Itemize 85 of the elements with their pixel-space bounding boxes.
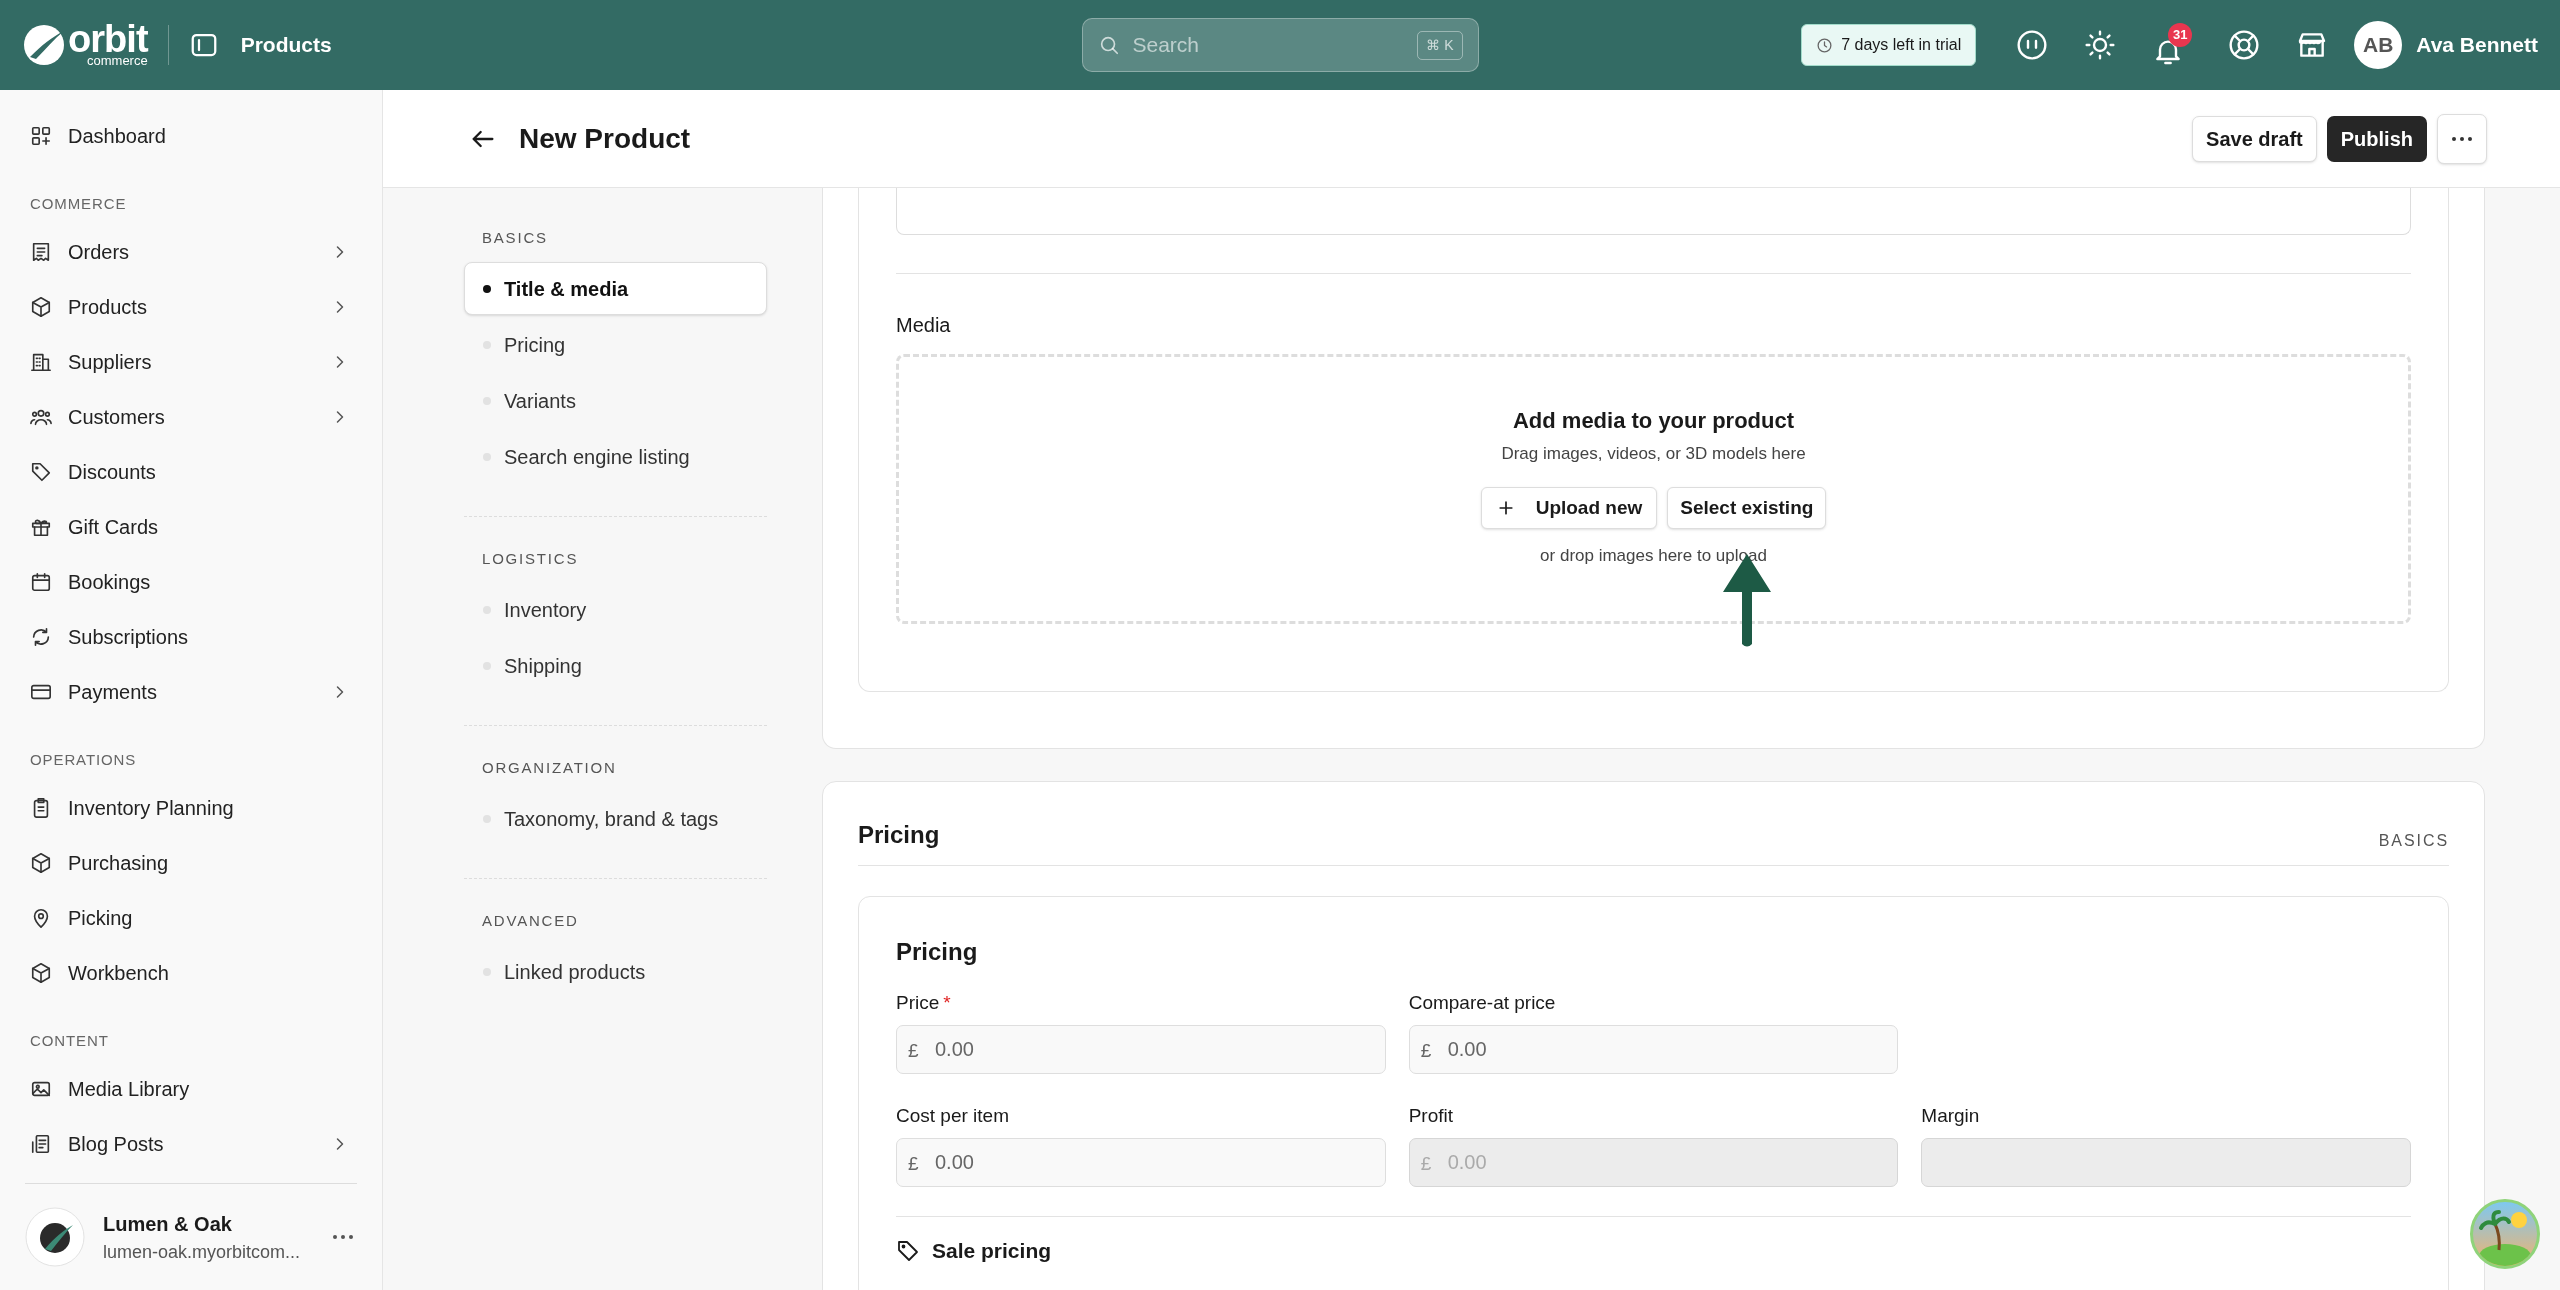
select-existing-button[interactable]: Select existing (1667, 487, 1827, 529)
field-label: Cost per item (896, 1103, 1009, 1128)
sidebar-item[interactable]: Purchasing (25, 835, 357, 890)
section-nav-item[interactable]: Shipping (464, 639, 767, 692)
currency-prefix: £ (908, 1152, 919, 1176)
sidebar-item[interactable]: Inventory Planning (25, 780, 357, 835)
package-icon (30, 851, 52, 874)
publish-button[interactable]: Publish (2326, 115, 2427, 162)
section-title: Products (240, 32, 332, 59)
clock-icon (1816, 36, 1834, 54)
dropzone-hint: Drag images, videos, or 3D models here (1501, 443, 1806, 465)
logo-icon (22, 23, 66, 67)
save-draft-button[interactable]: Save draft (2192, 115, 2317, 162)
tag-icon (896, 1238, 920, 1263)
sidebar-item[interactable]: Products (25, 279, 357, 334)
sidebar-item[interactable]: Bookings (25, 554, 357, 609)
field-label: Profit (1408, 1103, 1453, 1128)
tag-icon (30, 460, 52, 483)
section-nav-item[interactable]: Inventory (464, 583, 767, 636)
grid-icon (30, 124, 52, 147)
sidebar-item[interactable]: Workbench (25, 945, 357, 1000)
user-name[interactable]: Ava Bennett (2416, 29, 2538, 61)
nav-group-heading: ORGANIZATION (481, 758, 618, 778)
receipt-icon (30, 240, 52, 263)
sidebar-item[interactable]: Orders (25, 224, 357, 279)
store-name: Lumen & Oak (103, 1211, 233, 1237)
brand-subtitle: commerce (87, 55, 148, 67)
section-nav-item[interactable]: Variants (464, 374, 767, 427)
brand-name: orbit (68, 23, 148, 55)
section-tag: BASICS (2378, 829, 2449, 853)
sidebar-item[interactable]: Blog Posts (25, 1116, 357, 1171)
sidebar-item[interactable]: Picking (25, 890, 357, 945)
notifications-button[interactable]: 31 (2152, 23, 2193, 67)
input-field[interactable] (896, 188, 2411, 235)
sidebar-item[interactable]: Payments (25, 664, 357, 719)
nav-group-heading: LOGISTICS (481, 549, 580, 569)
calendar-icon (30, 570, 52, 593)
refresh-icon (30, 625, 52, 648)
sidebar-item[interactable]: Subscriptions (25, 609, 357, 664)
upload-button[interactable]: Upload new (1480, 487, 1658, 529)
face-icon (2016, 29, 2049, 61)
lifebuoy-icon (2228, 29, 2261, 61)
sidebar-item[interactable]: Media Library (25, 1061, 357, 1116)
assistant-button[interactable] (2016, 29, 2049, 61)
required-mark: * (943, 990, 951, 1015)
store-domain: lumen-oak.myorbitcom... (103, 1240, 302, 1264)
sidebar-item[interactable]: Discounts (25, 444, 357, 499)
theme-toggle-button[interactable] (2084, 29, 2117, 61)
card-title: Pricing (896, 937, 979, 967)
field-label: Compare-at price (1408, 990, 1556, 1015)
nav-group-heading: ADVANCED (481, 911, 580, 931)
nav-section-heading: CONTENT (29, 1031, 110, 1051)
section-nav-item[interactable]: Taxonomy, brand & tags (464, 792, 767, 845)
currency-prefix: £ (1420, 1152, 1432, 1176)
section-nav-item[interactable]: Linked products (464, 945, 767, 998)
box-icon (30, 295, 52, 318)
section-nav-item[interactable]: Pricing (464, 318, 767, 371)
media-label: Media (896, 313, 952, 337)
page-title: New Product (519, 121, 692, 156)
help-button[interactable] (2228, 29, 2261, 61)
trial-text: 7 days left in trial (1841, 35, 1962, 55)
section-heading: Pricing (858, 820, 941, 850)
dropzone-title: Add media to your product (1512, 407, 1795, 435)
store-logo-icon (25, 1207, 85, 1267)
nav-group-heading: BASICS (481, 228, 549, 248)
notification-count: 31 (2168, 23, 2193, 47)
sidebar-item[interactable]: Suppliers (25, 334, 357, 389)
trial-badge[interactable]: 7 days left in trial (1801, 24, 1977, 66)
sidebar-item[interactable]: Customers (25, 389, 357, 444)
sale-pricing-heading: Sale pricing (932, 1238, 1052, 1264)
section-nav-item[interactable]: Search engine listing (464, 430, 767, 483)
sidebar-item[interactable]: Dashboard (25, 108, 357, 163)
package-icon (30, 961, 52, 984)
user-avatar[interactable]: AB (2354, 21, 2403, 69)
sun-icon (2084, 29, 2117, 61)
currency-prefix: £ (908, 1039, 919, 1063)
currency-prefix: £ (1420, 1039, 1432, 1063)
field-label: Price (896, 990, 940, 1015)
shortcut-hint: ⌘ K (1417, 31, 1463, 60)
nav-section-heading: COMMERCE (29, 194, 128, 214)
nav-section-heading: OPERATIONS (29, 750, 138, 770)
sidebar-item[interactable]: Gift Cards (25, 499, 357, 554)
document-icon (30, 1132, 52, 1155)
field-label: Margin (1921, 1103, 1980, 1128)
section-nav-item[interactable]: Title & media (464, 262, 767, 315)
